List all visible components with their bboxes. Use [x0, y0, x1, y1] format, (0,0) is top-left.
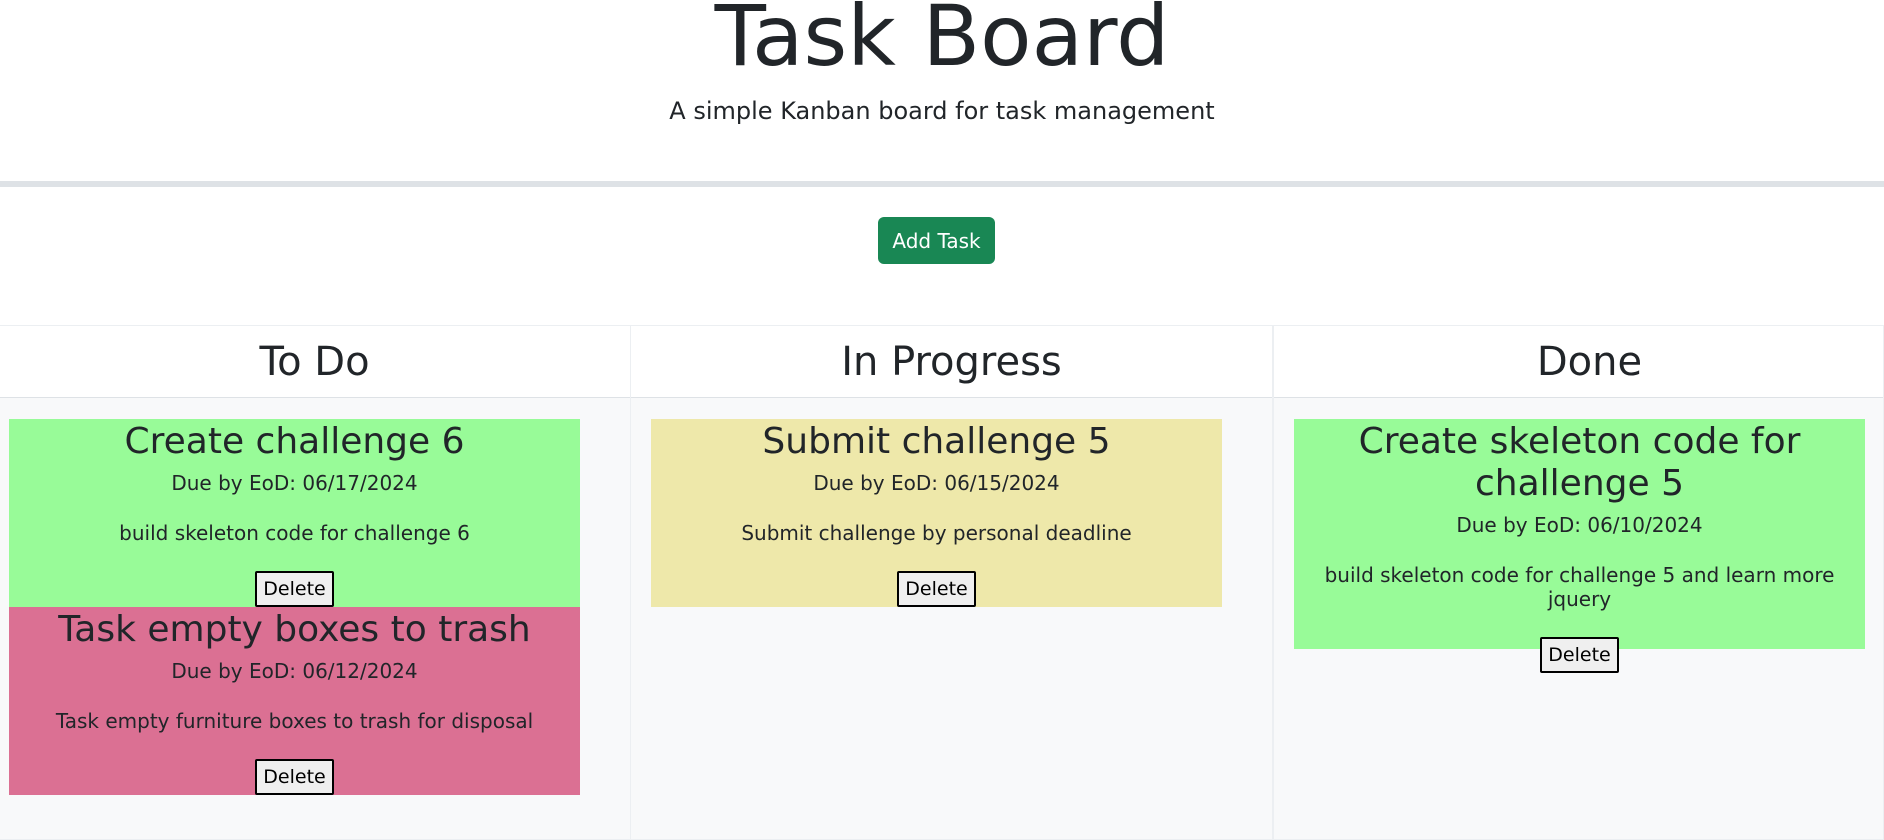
task-card-description: build skeleton code for challenge 5 and … [1324, 563, 1835, 611]
task-card: Task empty boxes to trash Due by EoD: 06… [9, 607, 580, 795]
task-card-description: Submit challenge by personal deadline [741, 521, 1132, 545]
task-card-description: Task empty furniture boxes to trash for … [55, 709, 534, 733]
lane-title-done: Done [1536, 339, 1643, 385]
task-card-title: Task empty boxes to trash [58, 609, 531, 650]
delete-task-button[interactable]: Delete [1540, 637, 1619, 673]
lane-header-in-progress: In Progress [631, 326, 1272, 398]
task-card: Create challenge 6 Due by EoD: 06/17/202… [9, 419, 580, 607]
add-task-button[interactable]: Add Task [878, 217, 995, 264]
lane-header-done: Done [1274, 326, 1883, 398]
task-board-page: Task Board A simple Kanban board for tas… [0, 0, 1884, 840]
task-card: Create skeleton code for challenge 5 Due… [1294, 419, 1865, 673]
delete-task-button[interactable]: Delete [255, 571, 334, 607]
lane-header-todo: To Do [0, 326, 635, 398]
delete-task-button[interactable]: Delete [897, 571, 976, 607]
delete-task-button[interactable]: Delete [255, 759, 334, 795]
page-header: Task Board A simple Kanban board for tas… [0, 0, 1884, 181]
task-card-due-date: Due by EoD: 06/12/2024 [171, 659, 418, 683]
task-card-description: build skeleton code for challenge 6 [119, 521, 470, 545]
page-title: Task Board [714, 0, 1170, 85]
lane-in-progress: In Progress Submit challenge 5 Due by Eo… [630, 325, 1273, 840]
lane-done: Done Create skeleton code for challenge … [1273, 325, 1884, 840]
task-card-due-date: Due by EoD: 06/10/2024 [1456, 513, 1703, 537]
task-card: Submit challenge 5 Due by EoD: 06/15/202… [651, 419, 1222, 607]
task-card-due-date: Due by EoD: 06/17/2024 [171, 471, 418, 495]
lane-todo: To Do Create challenge 6 Due by EoD: 06/… [0, 325, 636, 840]
task-card-title: Submit challenge 5 [762, 421, 1111, 462]
task-card-due-date: Due by EoD: 06/15/2024 [813, 471, 1060, 495]
task-card-title: Create skeleton code for challenge 5 [1358, 421, 1801, 504]
lane-title-in-progress: In Progress [841, 339, 1062, 385]
lane-title-todo: To Do [259, 339, 370, 385]
header-divider [0, 181, 1884, 187]
task-card-title: Create challenge 6 [124, 421, 465, 462]
page-subtitle: A simple Kanban board for task managemen… [669, 97, 1215, 125]
